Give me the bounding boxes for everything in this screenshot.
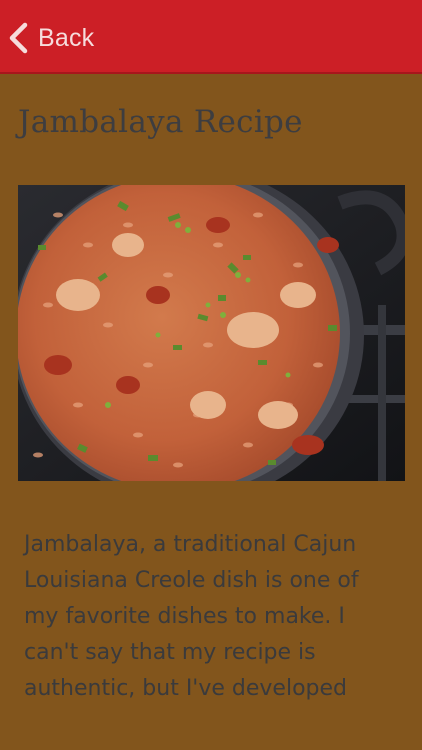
description-line: Louisiana Creole dish is one of bbox=[24, 568, 359, 593]
description-line: Jambalaya, a traditional Cajun bbox=[24, 532, 357, 557]
jambalaya-photo-icon bbox=[18, 185, 405, 481]
description-line: authentic, but I've developed bbox=[24, 676, 347, 701]
back-button[interactable]: Back bbox=[6, 18, 94, 58]
chevron-left-icon bbox=[9, 22, 28, 54]
description-line: my favorite dishes to make. I bbox=[24, 604, 345, 629]
navigation-bar: Back bbox=[0, 0, 422, 74]
description-line: can't say that my recipe is bbox=[24, 640, 316, 665]
page-title: Jambalaya Recipe bbox=[18, 104, 303, 140]
recipe-photo bbox=[18, 185, 405, 481]
recipe-description: Jambalaya, a traditional Cajun Louisiana … bbox=[24, 527, 404, 707]
back-button-label: Back bbox=[38, 23, 95, 52]
